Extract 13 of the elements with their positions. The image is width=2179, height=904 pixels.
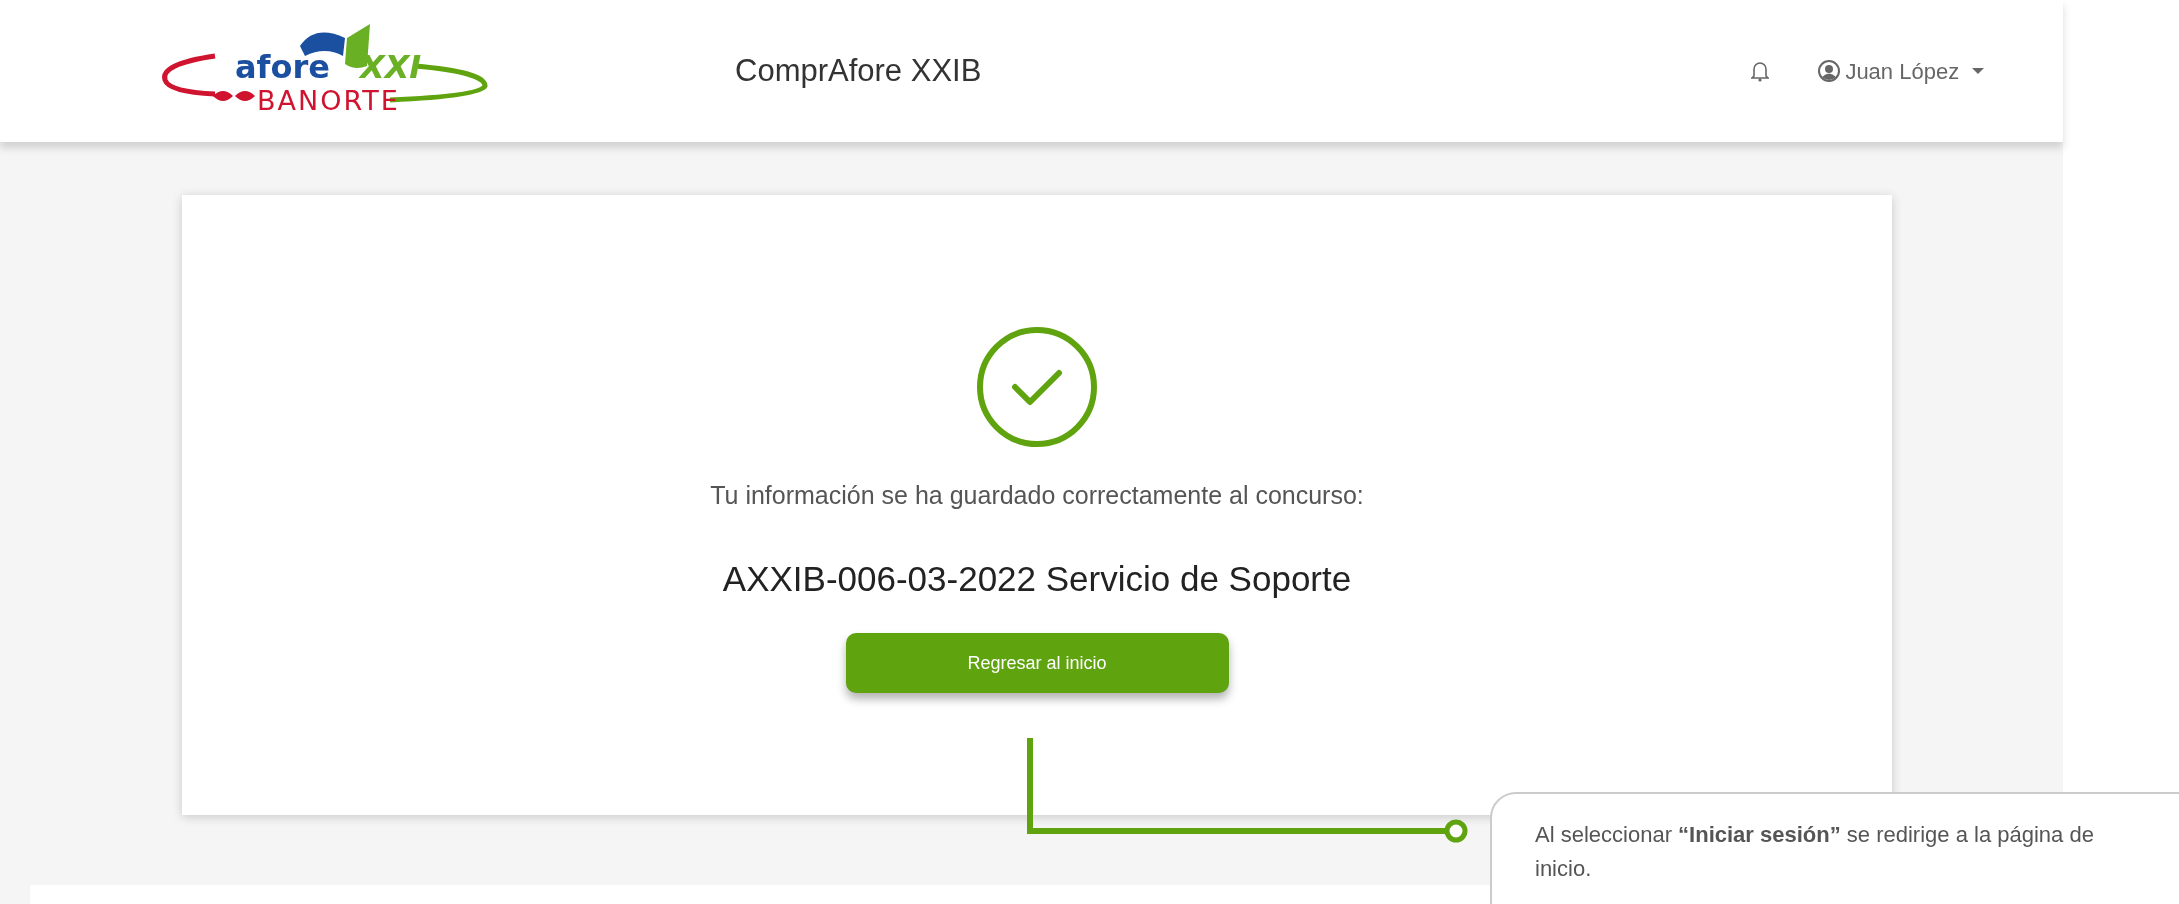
app-title: ComprAfore XXIB bbox=[735, 51, 982, 90]
bell-icon[interactable] bbox=[1751, 60, 1770, 82]
contest-name: AXXIB-006-03-2022 Servicio de Soporte bbox=[722, 557, 1352, 600]
logo-text: afore bbox=[235, 48, 330, 86]
logo-text: BANORTE bbox=[257, 85, 400, 116]
check-circle-icon bbox=[975, 325, 1099, 449]
user-avatar-icon bbox=[1817, 59, 1842, 83]
logo-text: XXI bbox=[360, 48, 422, 86]
annotation-text: Al seleccionar “Iniciar sesión” se redirige a la página de inicio. bbox=[1535, 821, 2095, 884]
return-home-button[interactable]: Regresar al inicio bbox=[845, 633, 1229, 693]
confirmation-message: Tu información se ha guardado correctamente al concurso: bbox=[710, 480, 1364, 511]
caret-icon bbox=[1971, 66, 1986, 76]
user-menu[interactable]: Juan López bbox=[1817, 54, 1986, 88]
